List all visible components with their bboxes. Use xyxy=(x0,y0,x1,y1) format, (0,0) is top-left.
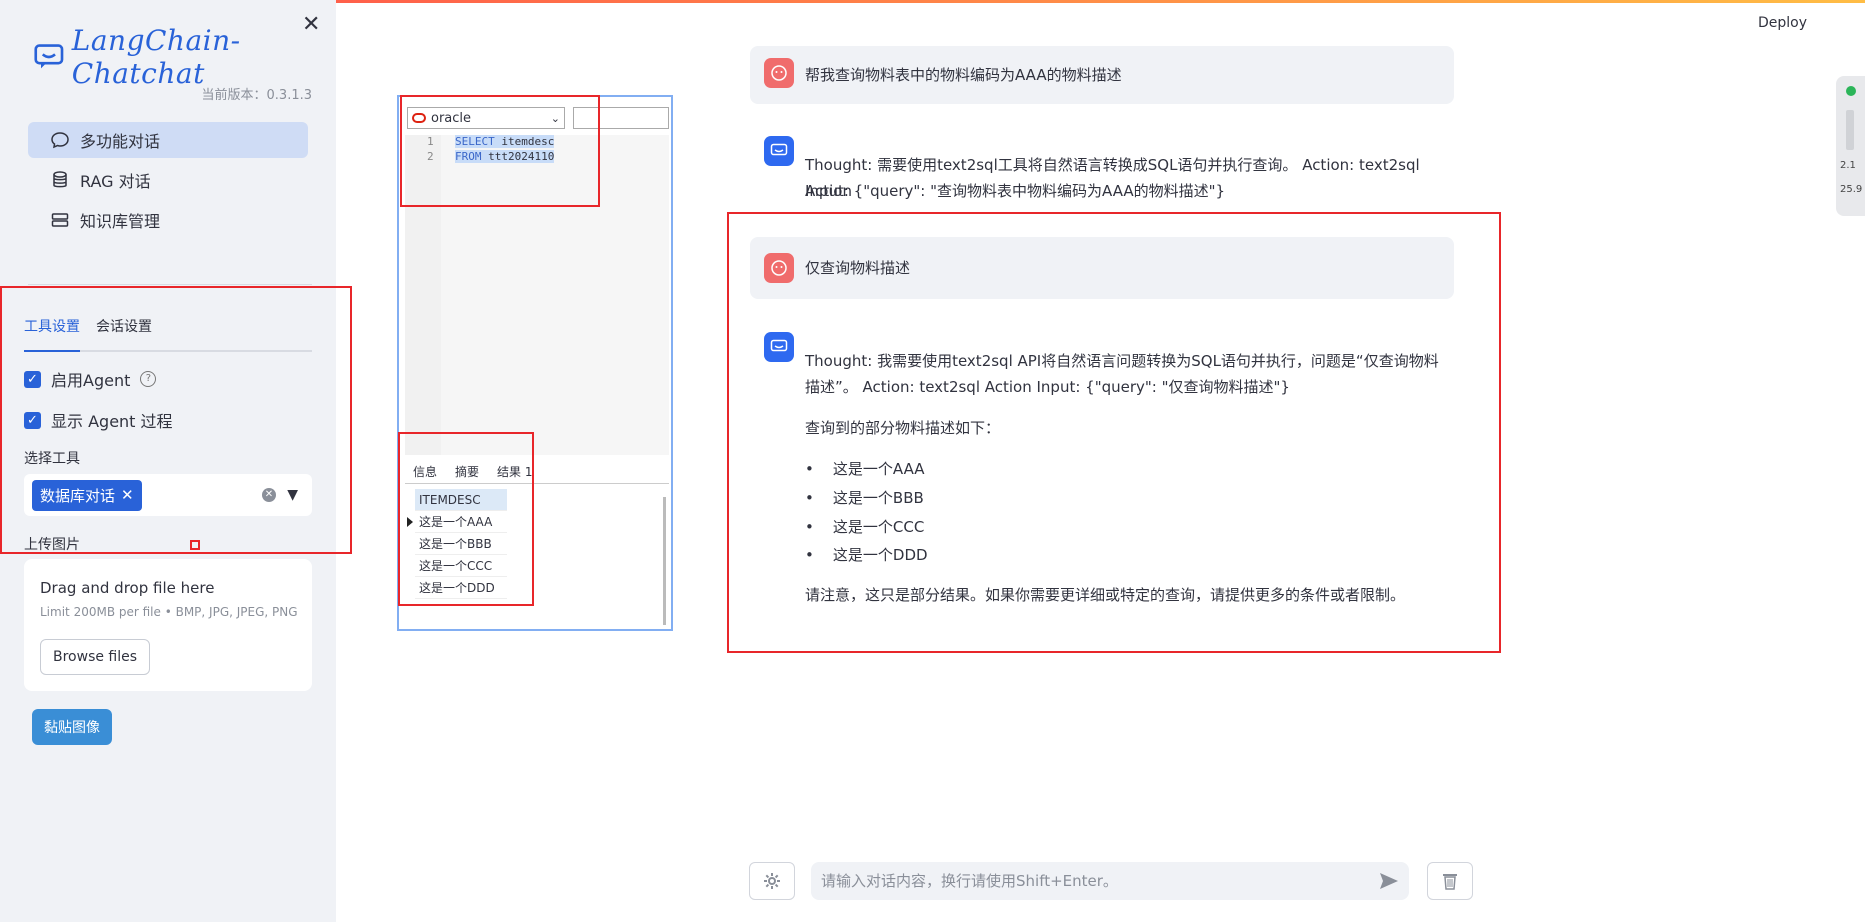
chat-bubble-icon xyxy=(51,132,69,149)
remove-chip-icon[interactable]: ✕ xyxy=(121,486,134,504)
sidebar: ✕ LangChain-Chatchat 当前版本：0.3.1.3 多功能对话 … xyxy=(0,0,336,922)
clear-selection-icon[interactable]: ✕ xyxy=(262,488,276,502)
grid-row: 这是一个AAA xyxy=(415,511,507,533)
message-text: 查询到的部分物料描述如下： xyxy=(805,419,1001,437)
list-item: • 这是一个DDD xyxy=(805,546,928,564)
nav-item-multi-chat[interactable]: 多功能对话 xyxy=(28,122,308,158)
chat-input-box[interactable] xyxy=(811,862,1409,900)
settings-tabs: 工具设置 会话设置 xyxy=(24,316,312,352)
select-tool-label: 选择工具 xyxy=(24,451,80,467)
selected-tool-chip: 数据库对话 ✕ xyxy=(32,479,142,511)
database-name: oracle xyxy=(431,110,472,126)
version-label: 当前版本：0.3.1.3 xyxy=(201,88,312,103)
code-line: SELECT itemdesc xyxy=(455,135,555,148)
sidebar-divider xyxy=(28,284,312,285)
assistant-avatar-icon xyxy=(764,136,794,166)
result-tab-summary: 摘要 xyxy=(455,465,480,479)
chat-message-assistant: Thought: 我需要使用text2sql API将自然语言问题转换为SQL语… xyxy=(750,330,1454,620)
chat-logo-icon xyxy=(34,44,64,69)
line-number: 1 xyxy=(427,135,434,148)
editor-gutter xyxy=(405,135,441,455)
result-tab-info: 信息 xyxy=(413,465,438,479)
list-item: • 这是一个CCC xyxy=(805,518,925,536)
dropzone-limits: Limit 200MB per file • BMP, JPG, JPEG, P… xyxy=(40,605,298,619)
oracle-icon xyxy=(412,113,426,123)
schema-field xyxy=(573,107,669,129)
list-item: • 这是一个BBB xyxy=(805,489,924,507)
nav-item-label: 多功能对话 xyxy=(80,132,161,151)
chat-message-user: 帮我查询物料表中的物料编码为AAA的物料描述 xyxy=(750,46,1454,104)
chevron-down-icon[interactable]: ▼ xyxy=(287,487,298,503)
grid-row: 这是一个BBB xyxy=(415,533,507,555)
send-icon[interactable] xyxy=(1379,872,1399,890)
nav-item-label: RAG 对话 xyxy=(80,172,151,191)
grid-header: ITEMDESC xyxy=(415,489,507,511)
chat-message-user: 仅查询物料描述 xyxy=(750,237,1454,299)
enable-agent-checkbox[interactable]: ✓ 启用Agent ? xyxy=(24,367,157,391)
chat-message-assistant: Thought: 需要使用text2sql工具将自然语言转换成SQL语句并执行查… xyxy=(750,130,1454,210)
help-icon[interactable]: ? xyxy=(140,371,157,387)
meter-value: 25.9 xyxy=(1840,184,1863,195)
database-icon xyxy=(53,171,67,188)
chevron-down-icon: ⌄ xyxy=(550,111,560,125)
checkbox-checked-icon: ✓ xyxy=(24,411,41,429)
user-avatar-icon xyxy=(764,253,794,283)
user-avatar-icon xyxy=(764,58,794,88)
message-text: Thought: 我需要使用text2sql API将自然语言问题转换为SQL语… xyxy=(805,352,1439,370)
deploy-button[interactable]: Deploy xyxy=(1758,15,1807,31)
grid-row: 这是一个CCC xyxy=(415,555,507,577)
browse-files-button[interactable]: Browse files xyxy=(40,639,151,675)
checkbox-checked-icon: ✓ xyxy=(24,370,41,388)
logo: LangChain-Chatchat xyxy=(34,24,336,90)
file-dropzone[interactable]: Drag and drop file here Limit 200MB per … xyxy=(24,559,312,691)
nav-item-label: 知识库管理 xyxy=(80,212,161,231)
storage-icon xyxy=(51,213,69,227)
logo-text: LangChain-Chatchat xyxy=(71,24,241,90)
meter-value: 2.1 xyxy=(1840,160,1856,171)
tool-multiselect[interactable]: 数据库对话 ✕ ✕ ▼ xyxy=(24,474,312,516)
settings-button[interactable] xyxy=(749,862,795,900)
grid-row: 这是一个DDD xyxy=(415,577,507,599)
tab-tool-settings[interactable]: 工具设置 xyxy=(24,316,80,352)
nav-item-kb-manage[interactable]: 知识库管理 xyxy=(28,202,308,238)
message-text: 请注意，这只是部分结果。如果你需要更详细或特定的查询，请提供更多的条件或者限制。 xyxy=(805,586,1406,604)
selected-tool-label: 数据库对话 xyxy=(40,486,116,505)
assistant-avatar-icon xyxy=(764,332,794,362)
database-selector: oracle ⌄ xyxy=(407,107,565,129)
message-text: 帮我查询物料表中的物料编码为AAA的物料描述 xyxy=(805,66,1122,84)
nav-item-rag-chat[interactable]: RAG 对话 xyxy=(28,162,308,198)
code-line: FROM ttt2024110 xyxy=(455,150,555,163)
chat-input[interactable] xyxy=(819,871,1353,891)
paste-image-button[interactable]: 黏贴图像 xyxy=(32,709,112,745)
upload-image-label: 上传图片 xyxy=(24,537,80,553)
trash-icon xyxy=(1443,874,1457,890)
result-tab-result1: 结果 1 xyxy=(497,465,533,479)
grid-scrollbar xyxy=(663,497,666,625)
gear-icon xyxy=(764,873,780,889)
system-monitor-widget: 2.1 25.9 xyxy=(1836,76,1865,216)
list-item: • 这是一个AAA xyxy=(805,460,925,478)
embedded-sql-screenshot: oracle ⌄ 1 2 SELECT itemdesc FROM ttt202… xyxy=(397,95,673,631)
dropzone-title: Drag and drop file here xyxy=(40,579,215,597)
clear-history-button[interactable] xyxy=(1427,862,1473,900)
enable-agent-label: 启用Agent xyxy=(51,371,131,390)
show-agent-process-checkbox[interactable]: ✓ 显示 Agent 过程 xyxy=(24,408,173,432)
message-text: 仅查询物料描述 xyxy=(805,259,911,277)
tab-chat-settings[interactable]: 会话设置 xyxy=(96,316,152,350)
line-number: 2 xyxy=(427,150,434,163)
result-tabs: 信息 摘要 结果 1 xyxy=(405,455,669,484)
row-pointer-icon xyxy=(407,517,413,527)
message-text: Input: {"query": "查询物料表中物料编码为AAA的物料描述"} xyxy=(805,182,1226,200)
message-text: 描述”。 Action: text2sql Action Input: {"qu… xyxy=(805,378,1290,396)
result-grid: ITEMDESC 这是一个AAA 这是一个BBB 这是一个CCC 这是一个DDD xyxy=(415,489,507,599)
status-dot xyxy=(1846,86,1856,96)
sidebar-nav: 多功能对话 RAG 对话 知识库管理 xyxy=(28,122,308,242)
meter-bar xyxy=(1846,110,1854,150)
sql-editor: 1 2 SELECT itemdesc FROM ttt2024110 xyxy=(405,135,669,455)
show-agent-process-label: 显示 Agent 过程 xyxy=(51,412,173,431)
